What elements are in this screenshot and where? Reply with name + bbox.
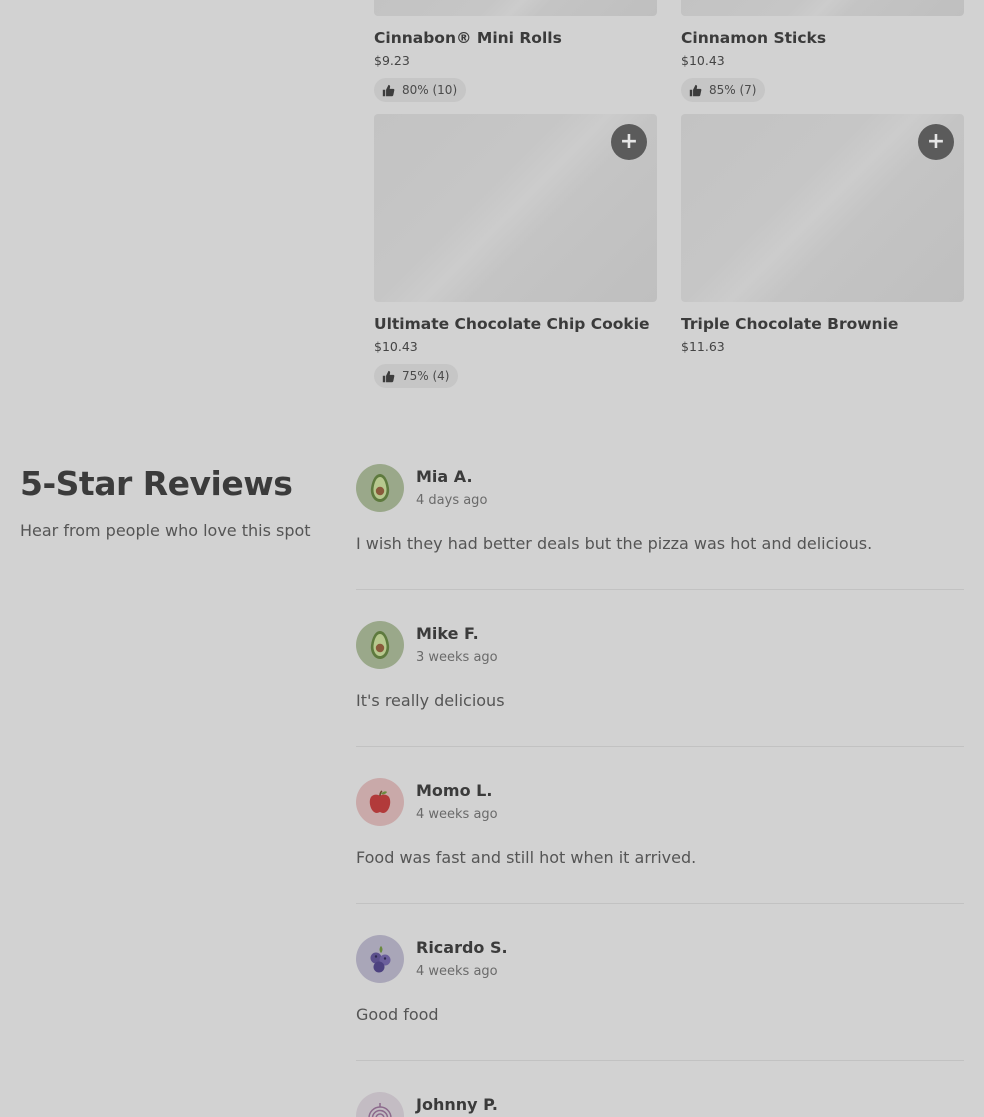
product-image[interactable]: + <box>374 114 657 302</box>
review-text: Food was fast and still hot when it arri… <box>356 848 697 867</box>
product-price: $9.23 <box>374 53 410 68</box>
reviewer-name: Ricardo S. <box>416 938 508 957</box>
divider <box>356 589 964 590</box>
avatar <box>356 464 404 512</box>
product-image[interactable]: + <box>681 114 964 302</box>
product-card[interactable]: Cinnamon Sticks $10.43 85% (7) <box>681 0 964 102</box>
reviews-title: 5-Star Reviews <box>20 464 293 503</box>
review-time: 3 weeks ago <box>416 650 498 665</box>
product-card[interactable]: Cinnabon® Mini Rolls $9.23 80% (10) <box>374 0 657 102</box>
thumbs-up-icon <box>689 84 702 96</box>
divider <box>356 903 964 904</box>
product-name: Cinnamon Sticks <box>681 29 827 47</box>
rating-text: 80% (10) <box>402 83 458 97</box>
divider <box>356 746 964 747</box>
apple-icon <box>369 790 391 813</box>
product-image[interactable] <box>374 0 657 16</box>
reviewer-name: Mia A. <box>416 467 473 486</box>
product-price: $11.63 <box>681 339 725 354</box>
product-image[interactable] <box>681 0 964 16</box>
product-name: Ultimate Chocolate Chip Cookie <box>374 315 650 333</box>
thumbs-up-icon <box>382 370 395 382</box>
plus-icon: + <box>926 129 946 154</box>
add-to-cart-button[interactable]: + <box>611 124 647 160</box>
review-time: 4 weeks ago <box>416 964 498 979</box>
plus-icon: + <box>619 129 639 154</box>
rating-text: 75% (4) <box>402 369 450 383</box>
review-time: 4 weeks ago <box>416 807 498 822</box>
blueberry-icon <box>370 946 391 973</box>
avatar <box>356 935 404 983</box>
avatar <box>356 1092 404 1117</box>
avatar <box>356 778 404 826</box>
rating-badge: 80% (10) <box>374 78 467 102</box>
review-text: I wish they had better deals but the piz… <box>356 534 873 553</box>
avocado-icon <box>370 631 390 659</box>
add-to-cart-button[interactable]: + <box>918 124 954 160</box>
thumbs-up-icon <box>382 84 395 96</box>
reviews-subtitle: Hear from people who love this spot <box>20 521 311 540</box>
avatar <box>356 621 404 669</box>
rating-badge: 85% (7) <box>681 78 766 102</box>
product-price: $10.43 <box>374 339 418 354</box>
reviewer-name: Johnny P. <box>416 1095 498 1114</box>
rating-badge: 75% (4) <box>374 364 459 388</box>
review-text: Good food <box>356 1005 439 1024</box>
product-card[interactable]: + Triple Chocolate Brownie $11.63 <box>681 114 964 354</box>
onion-icon <box>368 1103 392 1117</box>
product-name: Triple Chocolate Brownie <box>681 315 899 333</box>
product-name: Cinnabon® Mini Rolls <box>374 29 562 47</box>
reviewer-name: Mike F. <box>416 624 479 643</box>
product-price: $10.43 <box>681 53 725 68</box>
review-text: It's really delicious <box>356 691 505 710</box>
avocado-icon <box>370 474 390 502</box>
rating-text: 85% (7) <box>709 83 757 97</box>
divider <box>356 1060 964 1061</box>
product-card[interactable]: + Ultimate Chocolate Chip Cookie $10.43 … <box>374 114 657 388</box>
review-time: 4 days ago <box>416 493 488 508</box>
reviewer-name: Momo L. <box>416 781 493 800</box>
